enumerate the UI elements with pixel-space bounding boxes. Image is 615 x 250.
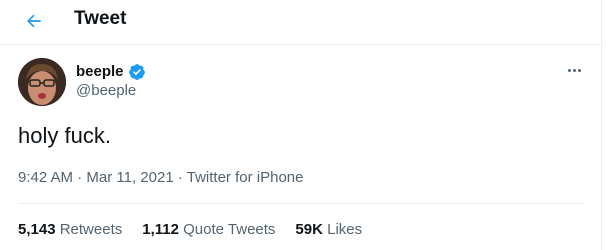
- meta-separator: ·: [77, 169, 83, 186]
- verified-badge-icon: [128, 64, 145, 80]
- retweets-label: Retweets: [59, 221, 123, 238]
- more-dot: [577, 68, 581, 72]
- more-options-button[interactable]: [564, 62, 584, 78]
- avatar[interactable]: [18, 58, 66, 106]
- quote-tweets-count: 1,112: [142, 221, 179, 238]
- tweet-source[interactable]: Twitter for iPhone: [187, 169, 304, 186]
- likes-stat[interactable]: 59K Likes: [295, 221, 362, 239]
- tweet-metadata: 9:42 AM · Mar 11, 2021 · Twitter for iPh…: [18, 169, 303, 187]
- display-name[interactable]: beeple: [76, 63, 146, 81]
- more-options-icon: [567, 68, 571, 72]
- likes-label: Likes: [327, 221, 363, 238]
- tweet-text: holy fuck.: [18, 123, 111, 148]
- page-title: Tweet: [74, 8, 127, 29]
- column-border: [601, 0, 602, 250]
- header-divider: [0, 44, 602, 45]
- quote-tweets-stat[interactable]: 1,112 Quote Tweets: [142, 221, 275, 239]
- retweets-stat[interactable]: 5,143 Retweets: [18, 221, 122, 239]
- back-button[interactable]: [20, 7, 48, 35]
- display-name-text: beeple: [76, 63, 124, 80]
- arrow-left-icon: [26, 14, 41, 28]
- quote-tweets-label: Quote Tweets: [183, 221, 276, 238]
- likes-count: 59K: [295, 221, 323, 238]
- stats-divider-top: [18, 203, 584, 204]
- tweet-stats: 5,143 Retweets 1,112 Quote Tweets 59K Li…: [18, 221, 382, 239]
- tweet-header: Tweet: [0, 0, 602, 44]
- user-handle[interactable]: @beeple: [76, 82, 136, 100]
- tweet-time[interactable]: 9:42 AM: [18, 169, 73, 186]
- tweet-date[interactable]: Mar 11, 2021: [86, 169, 173, 186]
- avatar-image: [18, 58, 66, 106]
- more-dot: [572, 68, 576, 72]
- meta-separator: ·: [177, 169, 183, 186]
- retweets-count: 5,143: [18, 221, 56, 238]
